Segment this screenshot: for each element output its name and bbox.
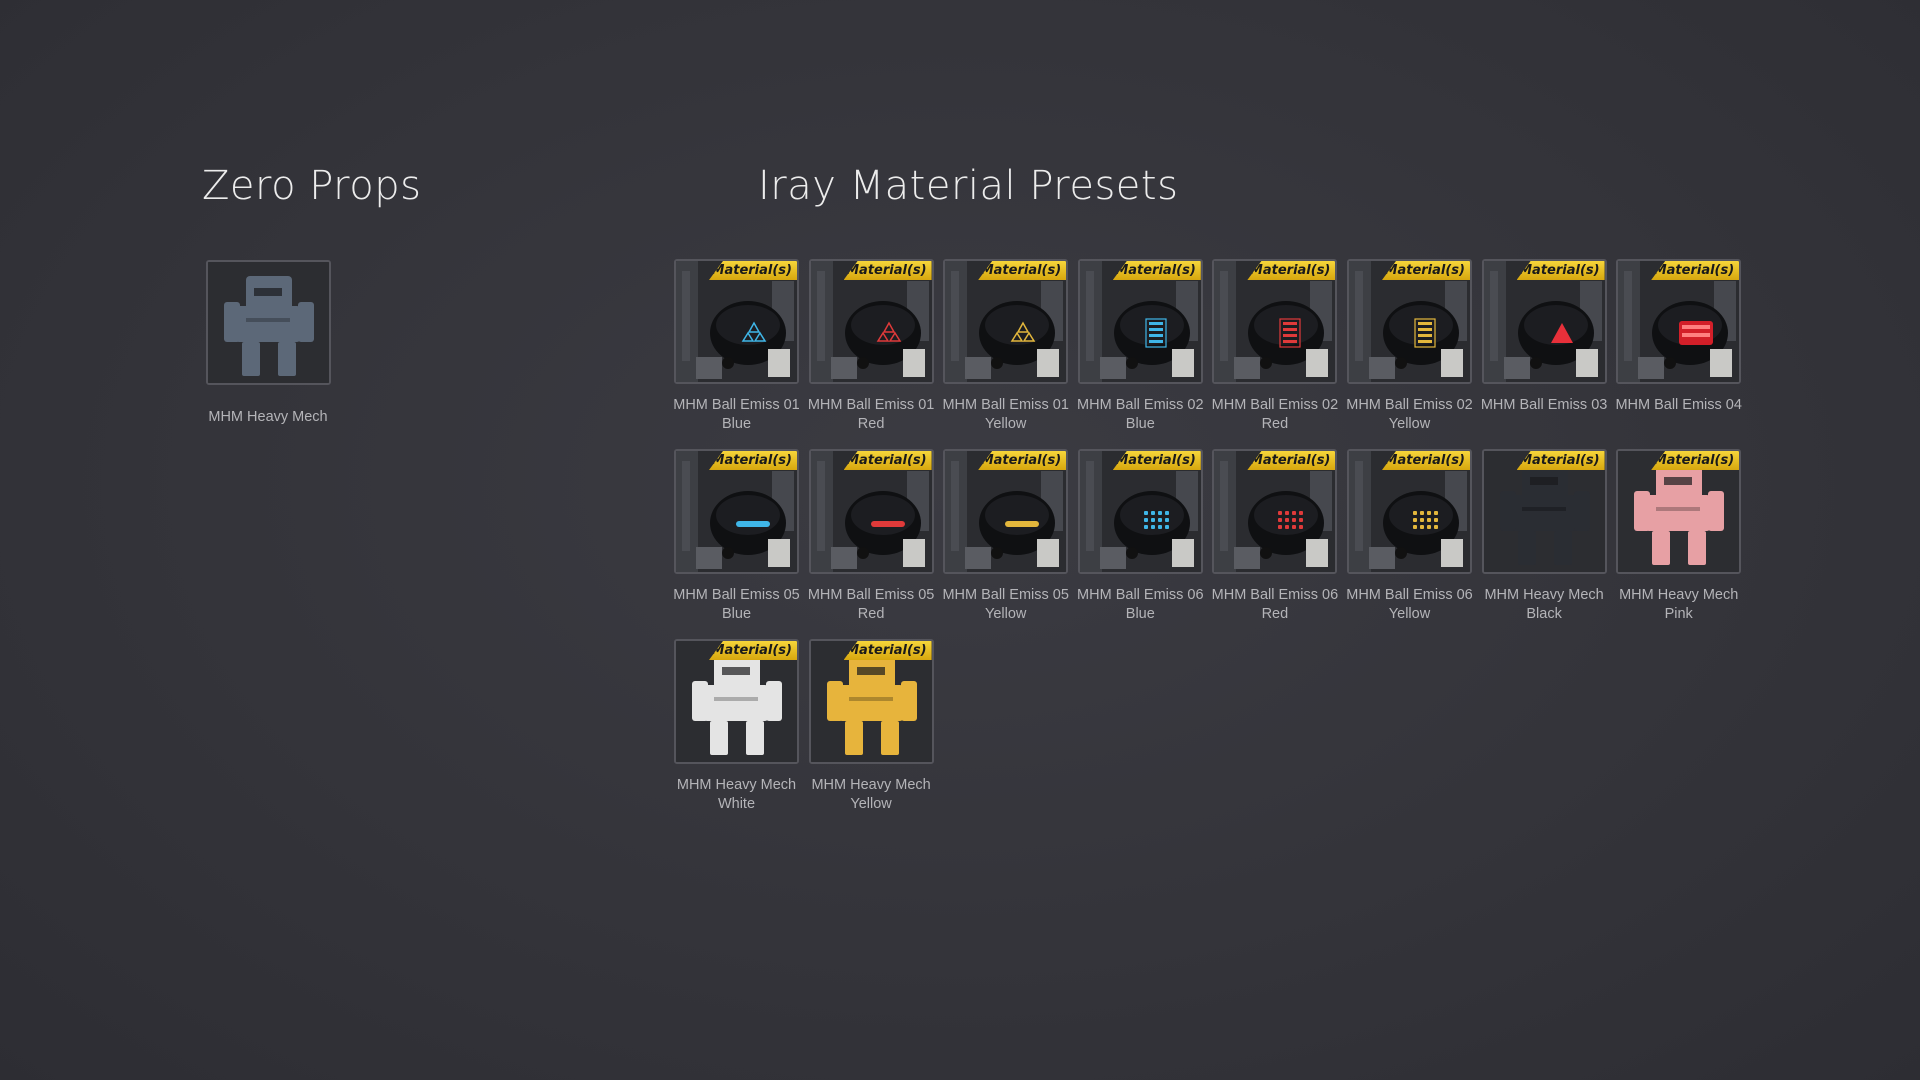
material-preset-label: MHM Heavy Mech Pink — [1619, 587, 1739, 622]
material-preset-label: MHM Ball Emiss 06 Blue — [1077, 587, 1204, 622]
material-preset-label: MHM Ball Emiss 06 Yellow — [1346, 587, 1473, 622]
material-badge: Material(s) — [709, 451, 797, 470]
material-preset-thumbnail[interactable]: Material(s) — [1481, 449, 1607, 574]
material-preset-thumbnail[interactable]: Material(s) — [808, 639, 934, 764]
material-badge: Material(s) — [1516, 261, 1605, 280]
material-preset-thumbnail[interactable]: Material(s) — [1616, 449, 1742, 574]
material-badge: Material(s) — [1516, 451, 1605, 470]
heavy-mech-icon — [208, 262, 329, 383]
zero-prop-label: MHM Heavy Mech — [208, 409, 328, 425]
material-badge: Material(s) — [1112, 261, 1201, 280]
material-preset-label: MHM Ball Emiss 04 — [1615, 397, 1742, 413]
material-preset-label: MHM Ball Emiss 05 Blue — [673, 587, 800, 622]
material-preset-thumbnail[interactable]: Material(s) — [1212, 449, 1338, 574]
material-preset-thumbnail[interactable]: Material(s) — [1077, 449, 1203, 574]
material-badge: Material(s) — [1247, 451, 1336, 470]
material-badge: Material(s) — [1651, 451, 1740, 470]
material-badge: Material(s) — [1382, 261, 1470, 280]
material-badge: Material(s) — [1382, 451, 1470, 470]
material-preset-thumbnail[interactable]: Material(s) — [674, 639, 799, 764]
material-preset-label: MHM Heavy Mech Black — [1484, 587, 1604, 622]
material-preset-label: MHM Heavy Mech White — [676, 777, 797, 812]
material-preset-label: MHM Ball Emiss 01 Blue — [673, 397, 800, 432]
zero-prop-thumbnail[interactable] — [206, 260, 331, 385]
material-preset-thumbnail[interactable]: Material(s) — [1212, 259, 1338, 384]
material-preset-label: MHM Ball Emiss 01 Yellow — [942, 397, 1069, 432]
material-preset-label: MHM Ball Emiss 02 Yellow — [1346, 397, 1473, 432]
material-preset-label: MHM Ball Emiss 02 Red — [1211, 397, 1339, 432]
material-preset-label: MHM Heavy Mech Yellow — [811, 777, 931, 812]
material-badge: Material(s) — [709, 641, 797, 660]
material-preset-thumbnail[interactable]: Material(s) — [808, 449, 934, 574]
material-preset-thumbnail[interactable]: Material(s) — [808, 259, 934, 384]
material-preset-thumbnail[interactable]: Material(s) — [1616, 259, 1742, 384]
material-preset-label: MHM Ball Emiss 05 Yellow — [942, 587, 1069, 622]
material-badge: Material(s) — [1112, 451, 1201, 470]
material-preset-thumbnail[interactable]: Material(s) — [1347, 259, 1472, 384]
material-badge: Material(s) — [843, 641, 932, 660]
material-preset-thumbnail[interactable]: Material(s) — [674, 449, 799, 574]
iray-material-presets-title: Iray Material Presets — [758, 163, 1179, 209]
material-preset-label: MHM Ball Emiss 01 Red — [807, 397, 935, 432]
material-preset-thumbnail[interactable]: Material(s) — [1077, 259, 1203, 384]
material-badge: Material(s) — [978, 261, 1067, 280]
material-preset-thumbnail[interactable]: Material(s) — [1347, 449, 1472, 574]
material-badge: Material(s) — [1247, 261, 1336, 280]
material-preset-thumbnail[interactable]: Material(s) — [1481, 259, 1607, 384]
material-preset-thumbnail[interactable]: Material(s) — [943, 259, 1069, 384]
material-badge: Material(s) — [843, 261, 932, 280]
zero-props-title: Zero Props — [202, 163, 422, 209]
material-badge: Material(s) — [1651, 261, 1740, 280]
material-preset-thumbnail[interactable]: Material(s) — [674, 259, 799, 384]
material-preset-thumbnail[interactable]: Material(s) — [943, 449, 1069, 574]
material-preset-label: MHM Ball Emiss 02 Blue — [1077, 397, 1204, 432]
material-badge: Material(s) — [709, 261, 797, 280]
material-preset-label: MHM Ball Emiss 06 Red — [1211, 587, 1339, 622]
material-badge: Material(s) — [978, 451, 1067, 470]
material-preset-label: MHM Ball Emiss 05 Red — [807, 587, 935, 622]
material-badge: Material(s) — [843, 451, 932, 470]
material-preset-label: MHM Ball Emiss 03 — [1480, 397, 1608, 413]
